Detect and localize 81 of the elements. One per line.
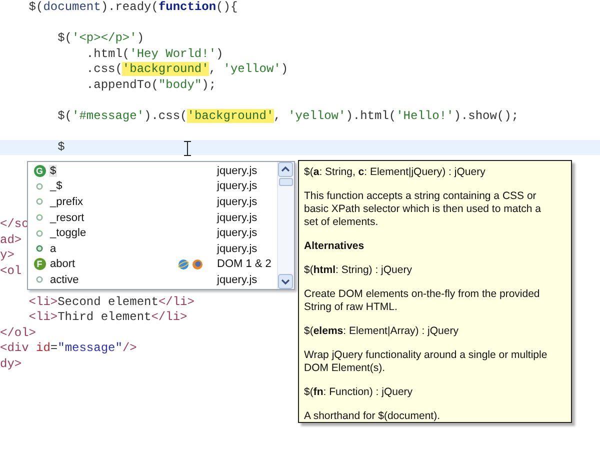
- item-source: jquery.js: [217, 180, 258, 192]
- attribute-name: id: [36, 341, 50, 355]
- highlighted-string: 'background': [122, 62, 209, 76]
- item-name: _toggle: [49, 227, 88, 240]
- code-text: (){: [216, 0, 238, 14]
- completion-item[interactable]: a jquery.js: [28, 240, 277, 257]
- keyword: function: [158, 0, 216, 14]
- code-text: .html(: [85, 46, 130, 60]
- string-literal: '<p></p>': [72, 31, 137, 45]
- item-source: jquery.js: [217, 196, 258, 208]
- markup-tag: <li>: [0, 294, 58, 308]
- description-text: Create DOM elements on-the-fly from the provided String of raw HTML.: [304, 288, 541, 314]
- code-text: .css(: [85, 62, 122, 76]
- item-source: DOM 1 & 2: [217, 258, 272, 270]
- string-literal: 'Hey World!': [130, 46, 216, 60]
- code-text: ).show();: [454, 108, 519, 122]
- function-signature: $(elems: Element|Array) : jQuery: [304, 325, 460, 338]
- markup-tag: />: [122, 341, 137, 355]
- code-text: ).html(: [346, 108, 396, 122]
- highlighted-string: 'background': [187, 108, 274, 122]
- code-text: .appendTo(: [85, 78, 158, 92]
- item-name: active: [49, 274, 80, 286]
- code-text: $(: [56, 31, 72, 45]
- string-literal: 'yellow': [223, 62, 281, 76]
- completion-item[interactable]: F abort DOM 1 & 2: [28, 256, 277, 272]
- description-text: This function accepts a string containing a CSS or basic XPath selector which is then used to match a set of elements.: [304, 190, 542, 229]
- description-text: A shorthand for $(document).: [304, 410, 441, 423]
- type-badge: F: [34, 258, 46, 270]
- section-heading: Alternatives: [304, 240, 366, 253]
- completion-item[interactable]: _prefix jquery.js: [28, 194, 277, 210]
- function-signature: $(html: String) : jQuery: [304, 264, 413, 277]
- markup-tag: <li>: [0, 310, 58, 324]
- completion-item[interactable]: _resort jquery.js: [28, 210, 277, 226]
- code-text: ): [216, 46, 224, 60]
- item-name: _prefix: [49, 196, 84, 208]
- markup-tag: </ol>: [0, 326, 36, 340]
- completion-item[interactable]: G $ jquery.js: [28, 163, 277, 179]
- markup-tag: </li>: [158, 294, 194, 308]
- markup-tag: </sc: [0, 217, 29, 231]
- item-source: jquery.js: [217, 242, 258, 255]
- completion-item[interactable]: _$ jquery.js: [28, 178, 277, 194]
- code-text: ): [136, 31, 144, 45]
- item-name: _resort: [49, 212, 86, 224]
- completion-item[interactable]: active jquery.js: [28, 272, 277, 288]
- code-text: ,: [208, 62, 218, 76]
- code-text: ).css(: [144, 108, 188, 122]
- item-name: a: [49, 242, 58, 255]
- item-source: jquery.js: [217, 274, 258, 286]
- function-signature: $(fn: Function) : jQuery: [304, 386, 414, 399]
- markup-tag: </li>: [151, 310, 188, 324]
- markup-tag: <div: [0, 341, 36, 355]
- string-literal: 'Hello!': [396, 108, 454, 122]
- markup-tag: y>: [0, 248, 14, 262]
- item-source: jquery.js: [217, 164, 258, 177]
- function-signature: $(a: String, c: Element|jQuery) : jQuery: [304, 166, 486, 179]
- code-text: ): [280, 62, 288, 76]
- item-source: jquery.js: [217, 227, 258, 240]
- code-text: =: [50, 341, 58, 355]
- code-text: $(: [56, 108, 72, 122]
- item-name: $: [49, 164, 58, 177]
- code-text: $(: [28, 0, 44, 14]
- description-text: Wrap jQuery functionality around a single or multiple DOM Element(s).: [304, 349, 548, 375]
- code-text: $: [56, 140, 65, 154]
- item-source: jquery.js: [217, 212, 258, 224]
- markup-tag: <ol: [0, 264, 22, 278]
- code-text: ,: [274, 108, 282, 122]
- code-text: ).ready(: [100, 0, 158, 14]
- item-name: _$: [49, 180, 64, 192]
- code-text: );: [202, 78, 216, 92]
- code-text: Third element: [58, 310, 152, 324]
- code-text: Second element: [58, 294, 158, 308]
- string-literal: "body": [158, 78, 202, 92]
- type-badge: G: [34, 164, 46, 177]
- markup-tag: ad>: [0, 232, 22, 246]
- attribute-value: "message": [58, 341, 122, 355]
- completion-item[interactable]: _toggle jquery.js: [28, 225, 277, 241]
- markup-tag: dy>: [0, 356, 22, 370]
- identifier: document: [43, 0, 101, 14]
- string-literal: 'yellow': [288, 108, 346, 122]
- item-name: abort: [49, 258, 76, 270]
- string-literal: '#message': [72, 108, 144, 122]
